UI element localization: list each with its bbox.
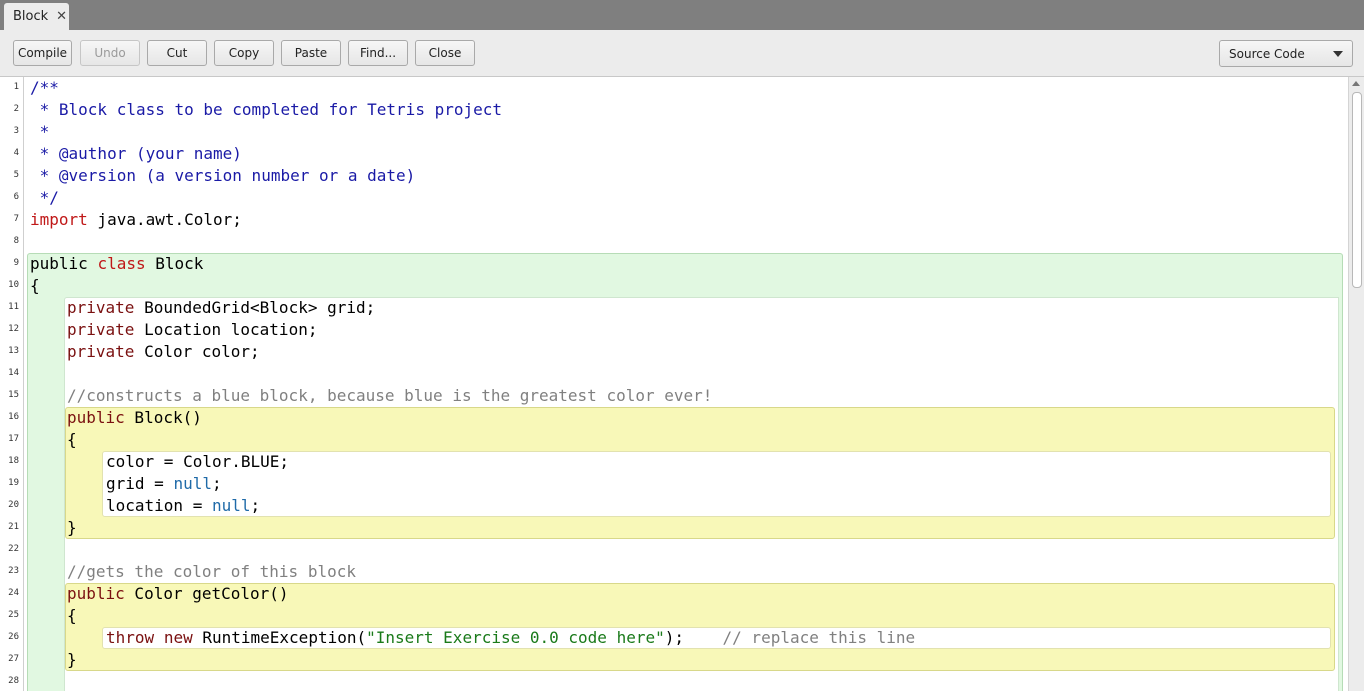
code-text: ;	[211, 474, 222, 493]
line-number: 5	[13, 170, 19, 180]
code-line-11: private BoundedGrid<Block> grid;	[67, 297, 375, 319]
code-line-18: color = Color.BLUE;	[106, 452, 290, 471]
view-select-value: Source Code	[1229, 46, 1305, 61]
keyword: public	[30, 254, 88, 273]
tab-block[interactable]: Block ✕	[4, 3, 69, 30]
code-text: ;	[250, 496, 261, 515]
line-number: 11	[8, 302, 19, 312]
undo-button[interactable]: Undo	[80, 40, 140, 66]
keyword: class	[97, 254, 146, 273]
paste-button[interactable]: Paste	[281, 40, 341, 66]
code-line-10: {	[30, 276, 40, 295]
keyword: private	[67, 320, 135, 339]
compile-button[interactable]: Compile	[13, 40, 72, 66]
close-button[interactable]: Close	[415, 40, 475, 66]
code-text: Color color;	[134, 342, 260, 361]
keyword: public	[67, 584, 125, 603]
code-text: BoundedGrid<Block> grid;	[134, 298, 376, 317]
keyword: public	[67, 408, 125, 427]
line-number: 3	[13, 126, 19, 136]
code-line-6: */	[30, 188, 59, 207]
inline-comment: // replace this line	[684, 628, 916, 647]
chevron-down-icon	[1333, 51, 1343, 57]
line-number: 25	[8, 610, 19, 620]
close-icon[interactable]: ✕	[56, 9, 67, 24]
code-text: );	[664, 628, 684, 647]
line-number: 10	[8, 280, 19, 290]
code-line-20: location = null;	[106, 495, 260, 517]
line-number: 18	[8, 456, 19, 466]
keyword: private	[67, 342, 135, 361]
code-line-23: //gets the color of this block	[67, 562, 356, 581]
code-line-24: public Color getColor()	[67, 583, 289, 605]
line-number: 20	[8, 500, 19, 510]
code-line-3: *	[30, 122, 50, 141]
code-line-12: private Location location;	[67, 319, 317, 341]
vertical-scrollbar[interactable]	[1348, 77, 1364, 691]
line-number: 13	[8, 346, 19, 356]
code-line-19: grid = null;	[106, 473, 222, 495]
code-text: grid =	[106, 474, 174, 493]
code-line-16: public Block()	[67, 407, 202, 429]
keyword: import	[30, 210, 88, 229]
line-number: 9	[13, 258, 19, 268]
string-literal: "Insert Exercise 0.0 code here"	[366, 628, 665, 647]
code-text: Block	[145, 254, 204, 273]
line-number-gutter: 1 2 3 4 5 6 7 8 9 10 11 12 13 14 15 16 17 18 19 20 21 22 23 24 2…	[0, 77, 24, 691]
keyword: null	[173, 474, 212, 493]
line-number: 23	[8, 566, 19, 576]
line-number: 8	[13, 236, 19, 246]
code-line-25: {	[67, 606, 77, 625]
code-text: location =	[106, 496, 212, 515]
tab-bar: Block ✕	[0, 0, 1364, 30]
line-number: 15	[8, 390, 19, 400]
cut-button[interactable]: Cut	[147, 40, 207, 66]
code-text: Location location;	[134, 320, 318, 339]
code-text: Block()	[124, 408, 202, 427]
copy-button[interactable]: Copy	[214, 40, 274, 66]
keyword: new	[163, 628, 193, 647]
line-number: 12	[8, 324, 19, 334]
code-line-2: * Block class to be completed for Tetris…	[30, 100, 503, 119]
code-line-26: throw new RuntimeException("Insert Exerc…	[106, 627, 915, 649]
line-number: 1	[13, 82, 19, 92]
line-number: 6	[13, 192, 19, 202]
view-select[interactable]: Source Code	[1219, 40, 1353, 67]
line-number: 22	[8, 544, 19, 554]
line-number: 14	[8, 368, 19, 378]
line-number: 7	[13, 214, 19, 224]
code-line-15: //constructs a blue block, because blue …	[67, 386, 713, 405]
code-editor[interactable]: 1 2 3 4 5 6 7 8 9 10 11 12 13 14 15 16 17 18 19 20 21 22 23 24 2…	[0, 77, 1364, 691]
line-number: 2	[13, 104, 19, 114]
code-line-7: import java.awt.Color;	[30, 209, 242, 231]
code-line-27: }	[67, 650, 77, 669]
line-number: 28	[8, 676, 19, 686]
find-button[interactable]: Find...	[348, 40, 408, 66]
code-text: RuntimeException(	[192, 628, 367, 647]
keyword: private	[67, 298, 135, 317]
line-number: 16	[8, 412, 19, 422]
code-line-5: * @version (a version number or a date)	[30, 166, 416, 185]
scroll-up-icon[interactable]	[1352, 81, 1360, 86]
code-line-13: private Color color;	[67, 341, 260, 363]
code-line-1: /**	[30, 78, 59, 97]
code-line-21: }	[67, 518, 77, 537]
line-number: 4	[13, 148, 19, 158]
tab-label: Block	[13, 9, 49, 24]
toolbar: Compile Undo Cut Copy Paste Find... Clos…	[0, 30, 1364, 77]
scrollbar-thumb[interactable]	[1352, 92, 1362, 288]
line-number: 24	[8, 588, 19, 598]
code-line-17: {	[67, 430, 77, 449]
keyword: null	[211, 496, 251, 515]
line-number: 27	[8, 654, 19, 664]
code-text: java.awt.Color;	[87, 210, 242, 229]
code-line-9: public class Block	[30, 253, 203, 275]
code-line-4: * @author (your name)	[30, 144, 242, 163]
line-number: 26	[8, 632, 19, 642]
code-text: Color getColor()	[124, 584, 289, 603]
line-number: 19	[8, 478, 19, 488]
line-number: 21	[8, 522, 19, 532]
keyword: throw	[106, 628, 155, 647]
line-number: 17	[8, 434, 19, 444]
